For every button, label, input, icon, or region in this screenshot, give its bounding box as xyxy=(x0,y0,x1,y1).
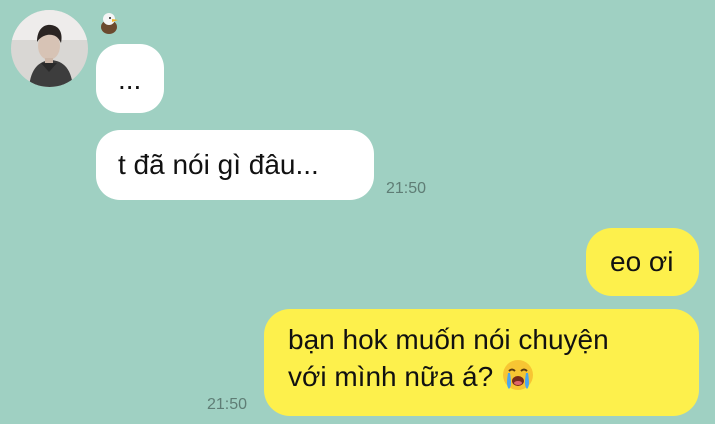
message-text-line-1: bạn hok muốn nói chuyện xyxy=(288,324,609,355)
message-text: eo ơi xyxy=(610,246,674,277)
message-bubble-sent[interactable]: eo ơi xyxy=(586,228,699,296)
message-bubble-sent[interactable]: bạn hok muốn nói chuyện với mình nữa á? xyxy=(264,309,699,416)
contact-avatar[interactable] xyxy=(11,10,88,87)
message-timestamp: 21:50 xyxy=(386,180,427,197)
message-text: t đã nói gì đâu... xyxy=(118,149,319,180)
message-text-line-2: với mình nữa á? xyxy=(288,358,699,395)
message-timestamp: 21:50 xyxy=(207,396,248,413)
message-text: ... xyxy=(118,64,142,95)
message-bubble-received[interactable]: ... xyxy=(96,44,164,113)
message-bubble-received[interactable]: t đã nói gì đâu... xyxy=(96,130,374,200)
eagle-sticker-icon xyxy=(97,11,121,35)
message-text: với mình nữa á? xyxy=(288,361,494,392)
chat-thread: ... t đã nói gì đâu... 21:50 eo ơi bạn h… xyxy=(0,0,715,424)
loudly-crying-face-icon xyxy=(501,358,535,392)
